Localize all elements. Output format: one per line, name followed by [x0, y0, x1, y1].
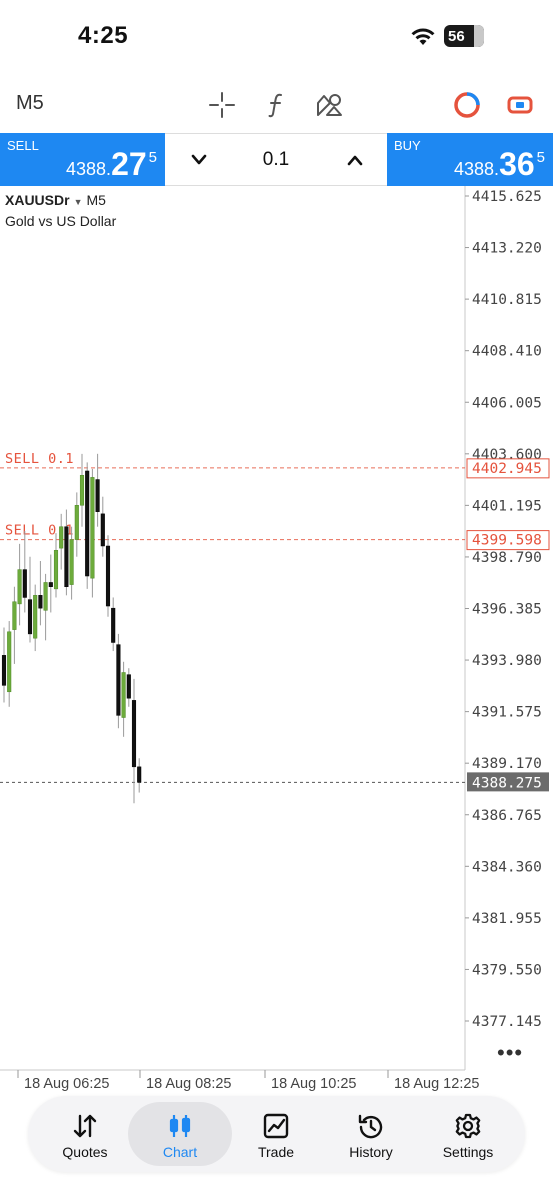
candle-body: [121, 672, 126, 718]
y-tick-label: 4379.550: [472, 962, 542, 978]
candle-body: [111, 607, 116, 643]
quotes-icon: [33, 1112, 137, 1140]
y-tick-label: 4401.195: [472, 498, 542, 514]
x-tick-label: 18 Aug 10:25: [271, 1076, 356, 1092]
nav-label: Chart: [162, 1144, 198, 1160]
candle-body: [38, 595, 43, 609]
price-chart[interactable]: 4415.625 4413.220 4410.815 4408.410 4406.005…: [0, 186, 553, 1096]
candle-body: [95, 479, 100, 512]
symbol-info: XAUUSDr ▼ M5 Gold vs US Dollar: [5, 191, 116, 231]
candle-body: [69, 539, 74, 585]
y-tick-label: 4415.625: [472, 189, 542, 205]
sell-price: 4388.27 5: [66, 146, 157, 182]
candle-body: [59, 526, 64, 549]
symbol-timeframe: M5: [86, 192, 106, 208]
nav-trade[interactable]: Trade: [224, 1102, 328, 1166]
candle-body: [74, 505, 79, 540]
x-tick-label: 18 Aug 12:25: [394, 1076, 479, 1092]
x-tick-label: 18 Aug 08:25: [146, 1076, 231, 1092]
y-tick-label: 4396.385: [472, 602, 542, 618]
y-tick-label: 4384.360: [472, 859, 542, 875]
account-toggle-icon[interactable]: [505, 90, 535, 120]
one-click-trading-icon[interactable]: [452, 90, 482, 120]
crosshair-icon[interactable]: [207, 90, 237, 120]
x-tick-label: 18 Aug 06:25: [24, 1076, 109, 1092]
candle-body: [137, 766, 142, 783]
candle-body: [53, 550, 59, 590]
chart-icon: [128, 1112, 232, 1140]
order-price-label: 4399.598: [472, 533, 542, 549]
candle-body: [100, 513, 105, 547]
bottom-navigation: Quotes Chart Trade History Settings: [28, 1096, 525, 1172]
nav-label: Quotes: [62, 1144, 108, 1160]
candle-body: [33, 595, 38, 639]
battery-level: 56: [448, 27, 465, 45]
symbol-name[interactable]: XAUUSDr: [5, 192, 70, 208]
status-bar: 4:25 56: [0, 0, 553, 78]
one-click-trade-bar: SELL 4388.27 5 0.1 BUY 4388.36 5: [0, 133, 553, 186]
candle-body: [7, 631, 12, 693]
candle-body: [90, 477, 95, 579]
buy-label: BUY: [394, 138, 421, 153]
y-tick-label: 4389.170: [472, 756, 542, 772]
chart-toolbar: M5: [0, 78, 553, 132]
candle-body: [27, 599, 33, 635]
candle-body: [85, 470, 90, 577]
buy-price: 4388.36 5: [454, 146, 545, 182]
wifi-icon: [411, 28, 435, 45]
y-tick-label: 4381.955: [472, 911, 542, 927]
order-price-label: 4402.945: [472, 461, 542, 477]
sell-order-label: SELL 0.1: [5, 523, 74, 539]
nav-history[interactable]: History: [319, 1102, 423, 1166]
more-options-icon[interactable]: •••: [497, 1040, 523, 1066]
settings-icon: [416, 1112, 520, 1140]
y-tick-label: 4393.980: [472, 653, 542, 669]
buy-button[interactable]: BUY 4388.36 5: [387, 133, 553, 186]
sell-label: SELL: [7, 138, 39, 153]
y-tick-label: 4386.765: [472, 808, 542, 824]
nav-label: History: [349, 1144, 393, 1160]
timeframe-selector[interactable]: M5: [16, 92, 44, 115]
chevron-up-icon[interactable]: [343, 148, 367, 172]
function-icon[interactable]: [262, 90, 292, 120]
y-tick-label: 4391.575: [472, 705, 542, 721]
y-tick-label: 4413.220: [472, 241, 542, 257]
sell-button[interactable]: SELL 4388.27 5: [0, 133, 165, 186]
symbol-dropdown-icon[interactable]: ▼: [74, 197, 83, 207]
objects-icon[interactable]: [314, 90, 344, 120]
candle-body: [12, 601, 17, 630]
candle-body: [1, 655, 7, 686]
nav-chart[interactable]: Chart: [128, 1102, 232, 1166]
candle-body: [22, 569, 27, 598]
sell-order-label: SELL 0.1: [5, 451, 74, 467]
candle-body: [17, 569, 22, 605]
status-time: 4:25: [78, 22, 129, 49]
nav-quotes[interactable]: Quotes: [33, 1102, 137, 1166]
nav-settings[interactable]: Settings: [416, 1102, 520, 1166]
current-price-label: 4388.275: [472, 775, 542, 791]
symbol-description: Gold vs US Dollar: [5, 213, 117, 229]
candle-body: [131, 700, 137, 768]
trade-icon: [224, 1112, 328, 1140]
nav-label: Trade: [257, 1144, 295, 1160]
history-icon: [319, 1112, 423, 1140]
candle-body: [79, 475, 85, 506]
nav-label: Settings: [442, 1144, 494, 1160]
y-tick-label: 4377.145: [472, 1014, 542, 1030]
volume-control: 0.1: [165, 133, 387, 186]
candle-body: [64, 526, 69, 587]
y-tick-label: 4410.815: [472, 292, 542, 308]
candle-body: [116, 644, 121, 716]
candlestick-chart[interactable]: 4415.625 4413.220 4410.815 4408.410 4406.005…: [0, 186, 553, 1096]
battery-icon: 56: [444, 25, 484, 47]
candle-body: [126, 674, 131, 699]
candle-body: [105, 545, 111, 607]
y-tick-label: 4398.790: [472, 550, 542, 566]
y-tick-label: 4408.410: [472, 344, 542, 360]
y-tick-label: 4406.005: [472, 395, 542, 411]
candle-body: [43, 582, 48, 611]
candle-body: [48, 582, 53, 587]
